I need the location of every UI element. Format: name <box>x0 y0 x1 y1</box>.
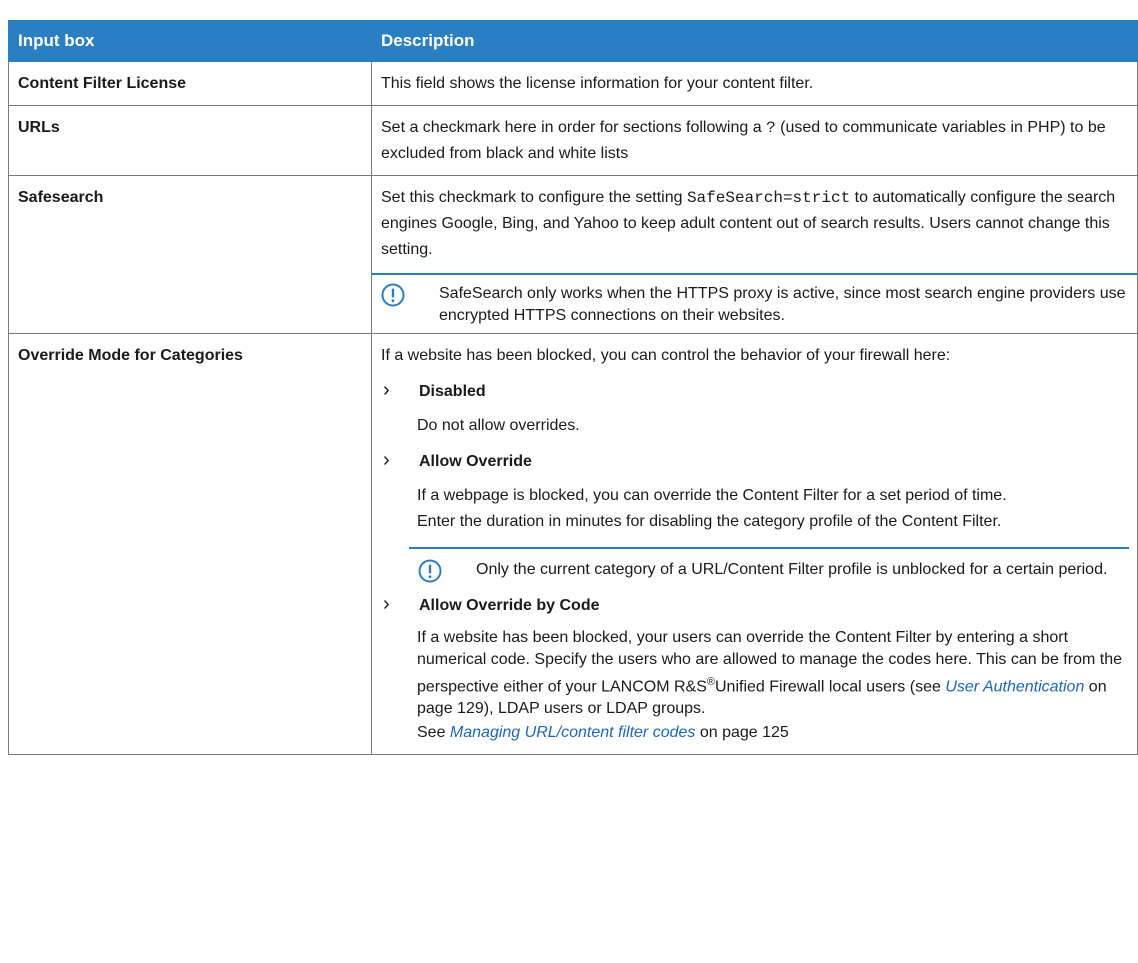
note-text: Only the current category of a URL/Conte… <box>476 561 1108 578</box>
table-row: Safesearch Set this checkmark to configu… <box>8 175 1138 334</box>
list-item-text: If a website has been blocked, your user… <box>417 627 1129 720</box>
exclamation-circle-icon <box>372 283 439 327</box>
row-description: Set this checkmark to configure the sett… <box>371 175 1138 334</box>
list-item-text: If a webpage is blocked, you can overrid… <box>417 487 1007 504</box>
list-item-text: See Managing URL/content filter codes on… <box>417 720 1129 746</box>
table-row: Content Filter License This field shows … <box>8 61 1138 106</box>
header-description: Description <box>371 20 1138 62</box>
list-item-body: If a webpage is blocked, you can overrid… <box>381 483 1129 583</box>
row-key: Override Mode for Categories <box>8 332 372 756</box>
description-text: Set this checkmark to configure the sett… <box>381 185 1129 263</box>
list-item-title: Allow Override by Code <box>419 597 600 614</box>
row-key: Safesearch <box>8 175 372 334</box>
row-key: URLs <box>8 105 372 176</box>
user-authentication-link[interactable]: User Authentication <box>945 678 1084 695</box>
text-segment: Set this checkmark to configure the sett… <box>381 189 687 206</box>
chevron-right-icon: › <box>383 593 390 615</box>
list-item: › Allow Override <box>381 447 1129 475</box>
list-item-body: If a website has been blocked, your user… <box>381 627 1129 746</box>
note-box: SafeSearch only works when the HTTPS pro… <box>372 273 1137 333</box>
list-item: › Disabled <box>381 377 1129 405</box>
table-row: Override Mode for Categories If a websit… <box>8 332 1138 756</box>
table-row: URLs Set a checkmark here in order for s… <box>8 105 1138 176</box>
chevron-right-icon: › <box>383 379 390 401</box>
list-item-text: Enter the duration in minutes for disabl… <box>417 513 1002 530</box>
description-text: If a website has been blocked, you can c… <box>381 347 951 364</box>
text-segment: See <box>417 724 450 742</box>
table-header-row: Input box Description <box>8 20 1138 62</box>
note-text: SafeSearch only works when the HTTPS pro… <box>439 285 1126 324</box>
list-item-title: Disabled <box>419 383 486 400</box>
text-segment: Set a checkmark here in order for sectio… <box>381 119 767 136</box>
row-key: Content Filter License <box>8 61 372 106</box>
code-text: SafeSearch=strict <box>686 189 851 207</box>
row-description: This field shows the license information… <box>371 61 1138 106</box>
registered-mark: ® <box>706 676 715 688</box>
code-text: ? <box>766 119 776 137</box>
managing-codes-link[interactable]: Managing URL/content filter codes <box>450 724 695 741</box>
text-segment: Unified Firewall local users (see <box>715 678 946 696</box>
row-description: Set a checkmark here in order for sectio… <box>371 105 1138 176</box>
exclamation-circle-icon <box>409 559 476 583</box>
input-box-table: Input box Description Content Filter Lic… <box>8 20 1138 756</box>
list-item-text: Do not allow overrides. <box>417 417 580 434</box>
list-item-body: Do not allow overrides. <box>381 413 1129 439</box>
text-segment: on page 125 <box>695 724 789 742</box>
list-item-title: Allow Override <box>419 453 532 470</box>
description-text: Set a checkmark here in order for sectio… <box>381 115 1129 167</box>
description-text: This field shows the license information… <box>381 75 814 92</box>
document-page: Input box Description Content Filter Lic… <box>0 0 1138 963</box>
row-description: If a website has been blocked, you can c… <box>371 332 1138 756</box>
note-box: Only the current category of a URL/Conte… <box>409 547 1129 583</box>
header-input-box: Input box <box>8 20 372 62</box>
list-item: › Allow Override by Code <box>381 591 1129 619</box>
chevron-right-icon: › <box>383 449 390 471</box>
